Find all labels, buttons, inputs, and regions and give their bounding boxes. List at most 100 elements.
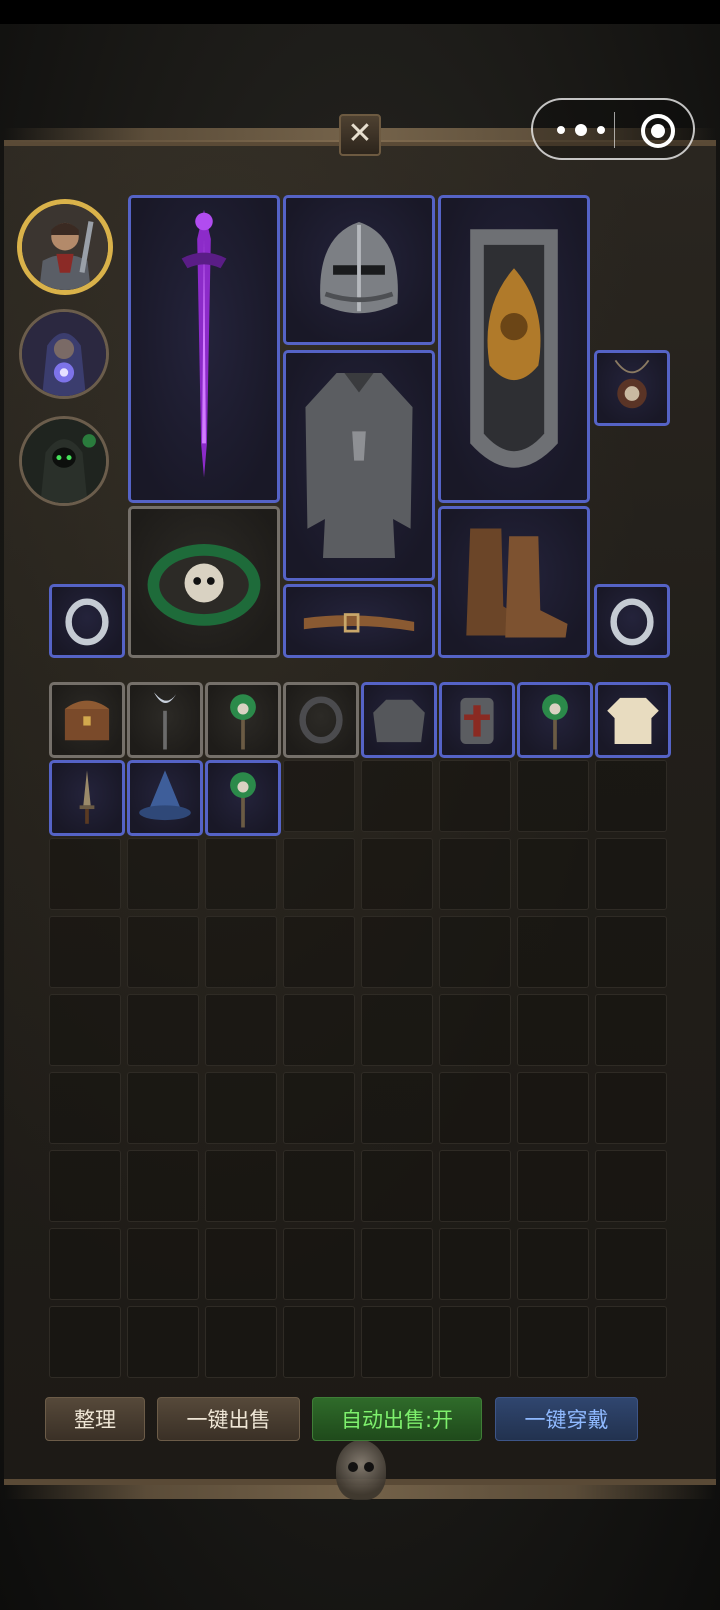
inventory-empty-slot[interactable] <box>439 994 511 1066</box>
equip-ring-right-slot[interactable] <box>594 584 670 658</box>
inventory-item-slot[interactable] <box>205 760 281 836</box>
inventory-empty-slot[interactable] <box>439 1228 511 1300</box>
inventory-empty-slot[interactable] <box>49 1072 121 1144</box>
inventory-empty-slot[interactable] <box>517 1150 589 1222</box>
equip-ring-left-slot[interactable] <box>49 584 125 658</box>
green-skull-scepter-icon <box>542 694 568 750</box>
inventory-empty-slot[interactable] <box>595 1228 667 1300</box>
hero-warrior-portrait[interactable] <box>17 199 113 295</box>
inventory-item-slot[interactable] <box>361 682 437 758</box>
equip-all-button[interactable]: 一键穿戴 <box>495 1397 638 1441</box>
silver-ring-icon <box>65 598 109 646</box>
inventory-empty-slot[interactable] <box>595 760 667 832</box>
inventory-empty-slot[interactable] <box>361 838 433 910</box>
inventory-empty-slot[interactable] <box>595 1150 667 1222</box>
inventory-empty-slot[interactable] <box>283 916 355 988</box>
inventory-empty-slot[interactable] <box>361 1228 433 1300</box>
inventory-empty-slot[interactable] <box>127 1306 199 1378</box>
inventory-empty-slot[interactable] <box>205 994 277 1066</box>
sort-button[interactable]: 整理 <box>45 1397 145 1441</box>
treasure-chest-icon <box>64 700 110 741</box>
inventory-empty-slot[interactable] <box>517 994 589 1066</box>
inventory-empty-slot[interactable] <box>283 1072 355 1144</box>
inventory-empty-slot[interactable] <box>205 1150 277 1222</box>
inventory-empty-slot[interactable] <box>49 916 121 988</box>
inventory-empty-slot[interactable] <box>517 916 589 988</box>
inventory-item-slot[interactable] <box>205 682 281 758</box>
inventory-empty-slot[interactable] <box>283 760 355 832</box>
inventory-empty-slot[interactable] <box>49 838 121 910</box>
equip-helmet-slot[interactable] <box>283 195 435 345</box>
inventory-empty-slot[interactable] <box>595 916 667 988</box>
inventory-empty-slot[interactable] <box>49 1150 121 1222</box>
equip-armor-slot[interactable] <box>283 350 435 581</box>
equip-weapon-slot[interactable] <box>128 195 280 503</box>
inventory-empty-slot[interactable] <box>361 1072 433 1144</box>
inventory-empty-slot[interactable] <box>517 1228 589 1300</box>
inventory-empty-slot[interactable] <box>205 916 277 988</box>
inventory-empty-slot[interactable] <box>127 916 199 988</box>
inventory-empty-slot[interactable] <box>517 760 589 832</box>
status-bar <box>0 0 720 24</box>
inventory-empty-slot[interactable] <box>283 1150 355 1222</box>
inventory-empty-slot[interactable] <box>361 1150 433 1222</box>
inventory-empty-slot[interactable] <box>517 838 589 910</box>
inventory-empty-slot[interactable] <box>283 1306 355 1378</box>
inventory-empty-slot[interactable] <box>361 994 433 1066</box>
leather-boots-icon <box>466 528 568 638</box>
inventory-empty-slot[interactable] <box>439 1306 511 1378</box>
equip-amulet-slot[interactable] <box>594 350 670 426</box>
inventory-item-slot[interactable] <box>517 682 593 758</box>
equip-belt-slot[interactable] <box>283 584 435 658</box>
inventory-empty-slot[interactable] <box>595 1306 667 1378</box>
inventory-empty-slot[interactable] <box>361 1306 433 1378</box>
inventory-item-slot[interactable] <box>283 682 359 758</box>
inventory-item-slot[interactable] <box>127 760 203 836</box>
inventory-empty-slot[interactable] <box>127 1150 199 1222</box>
hero-necromancer-portrait[interactable] <box>19 416 109 506</box>
inventory-empty-slot[interactable] <box>205 1228 277 1300</box>
inventory-empty-slot[interactable] <box>595 1072 667 1144</box>
hero-mage-portrait[interactable] <box>19 309 109 399</box>
inventory-empty-slot[interactable] <box>49 1306 121 1378</box>
inventory-empty-slot[interactable] <box>361 760 433 832</box>
inventory-item-slot[interactable] <box>49 760 125 836</box>
auto-sell-toggle[interactable]: 自动出售:开 <box>312 1397 482 1441</box>
equip-boots-slot[interactable] <box>438 506 590 658</box>
inventory-empty-slot[interactable] <box>49 1228 121 1300</box>
inventory-empty-slot[interactable] <box>205 838 277 910</box>
inventory-empty-slot[interactable] <box>595 838 667 910</box>
crescent-staff-icon <box>153 692 177 750</box>
inventory-empty-slot[interactable] <box>205 1306 277 1378</box>
inventory-empty-slot[interactable] <box>127 1228 199 1300</box>
dagger-icon <box>79 770 95 824</box>
equip-bracer-slot[interactable] <box>128 506 280 658</box>
inventory-empty-slot[interactable] <box>439 838 511 910</box>
inventory-empty-slot[interactable] <box>127 994 199 1066</box>
inventory-empty-slot[interactable] <box>127 1072 199 1144</box>
inventory-empty-slot[interactable] <box>439 1150 511 1222</box>
inventory-empty-slot[interactable] <box>517 1306 589 1378</box>
inventory-item-slot[interactable] <box>49 682 125 758</box>
inventory-empty-slot[interactable] <box>283 994 355 1066</box>
sell-all-button[interactable]: 一键出售 <box>157 1397 300 1441</box>
inventory-empty-slot[interactable] <box>517 1072 589 1144</box>
inventory-empty-slot[interactable] <box>439 760 511 832</box>
mini-program-capsule <box>531 98 695 160</box>
inventory-empty-slot[interactable] <box>283 838 355 910</box>
target-circle-icon[interactable] <box>641 114 675 148</box>
inventory-item-slot[interactable] <box>595 682 671 758</box>
inventory-empty-slot[interactable] <box>595 994 667 1066</box>
inventory-item-slot[interactable] <box>439 682 515 758</box>
inventory-empty-slot[interactable] <box>127 838 199 910</box>
close-button[interactable]: ✕ <box>339 114 381 156</box>
inventory-empty-slot[interactable] <box>361 916 433 988</box>
inventory-item-slot[interactable] <box>127 682 203 758</box>
inventory-empty-slot[interactable] <box>49 994 121 1066</box>
inventory-empty-slot[interactable] <box>439 916 511 988</box>
inventory-empty-slot[interactable] <box>439 1072 511 1144</box>
inventory-empty-slot[interactable] <box>205 1072 277 1144</box>
equip-shield-slot[interactable] <box>438 195 590 503</box>
inventory-empty-slot[interactable] <box>283 1228 355 1300</box>
more-dots-icon[interactable] <box>553 114 613 144</box>
